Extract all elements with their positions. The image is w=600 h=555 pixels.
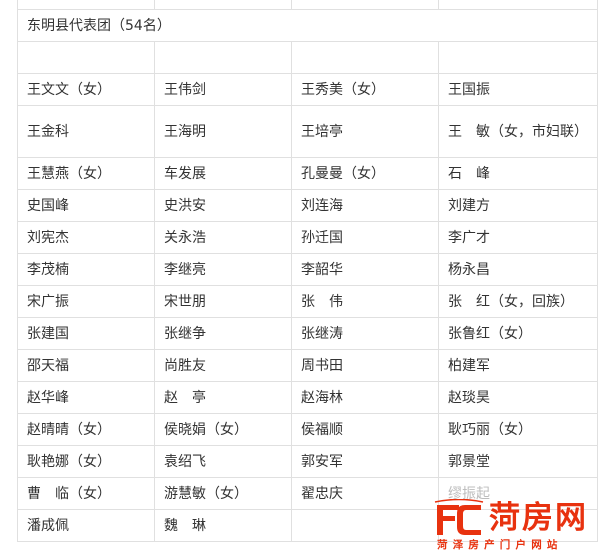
- table-row: 刘宪杰 关永浩 孙迁国 李广才: [17, 221, 598, 254]
- delegate-name: 李韶华: [291, 253, 439, 286]
- delegate-name: 赵晴晴（女）: [17, 413, 155, 446]
- table-row: 邵天福 尚胜友 周书田 柏建军: [17, 349, 598, 382]
- delegate-name: 耿巧丽（女）: [438, 413, 598, 446]
- delegate-name: 柏建军: [438, 349, 598, 382]
- table-row: 张建国 张继争 张继涛 张鲁红（女）: [17, 317, 598, 350]
- watermark-brand: 菏房网: [489, 500, 588, 536]
- delegate-name: 关永浩: [154, 221, 292, 254]
- delegate-name: 郭景堂: [438, 445, 598, 478]
- delegate-name: 潘成佩: [17, 509, 155, 542]
- delegate-name: 王秀美（女）: [291, 73, 439, 106]
- table-row: 王慧燕（女） 车发展 孔曼曼（女） 石 峰: [17, 157, 598, 190]
- table-row: 王金科 王海明 王培亭 王 敏（女，市妇联）: [17, 105, 598, 158]
- delegate-name: 刘宪杰: [17, 221, 155, 254]
- delegate-name: 王慧燕（女）: [17, 157, 155, 190]
- table-row: 史国峰 史洪安 刘连海 刘建方: [17, 189, 598, 222]
- delegate-name: 刘建方: [438, 189, 598, 222]
- delegate-name: 杨永昌: [438, 253, 598, 286]
- delegate-name: 侯晓娟（女）: [154, 413, 292, 446]
- delegate-name: 翟忠庆: [291, 477, 439, 510]
- delegate-name: 耿艳娜（女）: [17, 445, 155, 478]
- table-row: 王文文（女） 王伟剑 王秀美（女） 王国振: [17, 73, 598, 106]
- delegate-name: 魏 琳: [154, 509, 292, 542]
- table-row-top-edge: [17, 0, 598, 10]
- delegate-name: 孙迁国: [291, 221, 439, 254]
- table-row: 宋广振 宋世朋 张 伟 张 红（女，回族）: [17, 285, 598, 318]
- table-row: 赵晴晴（女） 侯晓娟（女） 侯福顺 耿巧丽（女）: [17, 413, 598, 446]
- delegate-name: 张 伟: [291, 285, 439, 318]
- roster-body: 东明县代表团（54名） 王文文（女） 王伟剑 王秀美（女） 王国振 王金科 王海…: [17, 0, 598, 542]
- delegate-name: 侯福顺: [291, 413, 439, 446]
- delegate-name: 宋广振: [17, 285, 155, 318]
- delegate-name: 张继涛: [291, 317, 439, 350]
- delegate-name: 车发展: [154, 157, 292, 190]
- site-watermark: 菏房网 菏泽房产门户网站: [433, 499, 598, 554]
- delegate-name: 袁绍飞: [154, 445, 292, 478]
- delegate-name: 李茂楠: [17, 253, 155, 286]
- table-row-title: 东明县代表团（54名）: [17, 9, 598, 42]
- delegate-name: 赵海林: [291, 381, 439, 414]
- delegate-name: 石 峰: [438, 157, 598, 190]
- delegate-name: 史国峰: [17, 189, 155, 222]
- delegate-name: 游慧敏（女）: [154, 477, 292, 510]
- delegate-name: 王伟剑: [154, 73, 292, 106]
- delegate-name: 周书田: [291, 349, 439, 382]
- watermark-subtitle: 菏泽房产门户网站: [437, 539, 563, 551]
- delegate-name: 李继亮: [154, 253, 292, 286]
- table-row: 赵华峰 赵 亭 赵海林 赵琰昊: [17, 381, 598, 414]
- delegate-name: 王金科: [17, 105, 155, 158]
- delegate-name: 王 敏（女，市妇联）: [438, 105, 598, 158]
- delegate-name: 孔曼曼（女）: [291, 157, 439, 190]
- delegate-name: 张建国: [17, 317, 155, 350]
- delegate-name: 尚胜友: [154, 349, 292, 382]
- delegate-name: 王国振: [438, 73, 598, 106]
- delegate-name: 张鲁红（女）: [438, 317, 598, 350]
- delegate-name: 宋世朋: [154, 285, 292, 318]
- delegate-name: 史洪安: [154, 189, 292, 222]
- delegate-name: 王海明: [154, 105, 292, 158]
- delegate-name: 赵华峰: [17, 381, 155, 414]
- table-row: 李茂楠 李继亮 李韶华 杨永昌: [17, 253, 598, 286]
- delegate-name: [291, 509, 439, 542]
- delegate-name: 赵琰昊: [438, 381, 598, 414]
- delegate-name: 邵天福: [17, 349, 155, 382]
- delegate-name: 赵 亭: [154, 381, 292, 414]
- delegate-name: 张 红（女，回族）: [438, 285, 598, 318]
- delegate-name: 王文文（女）: [17, 73, 155, 106]
- delegate-name: 张继争: [154, 317, 292, 350]
- delegate-name: 曹 临（女）: [17, 477, 155, 510]
- delegate-name: 李广才: [438, 221, 598, 254]
- delegation-title: 东明县代表团（54名）: [17, 9, 598, 42]
- delegation-roster-table: 东明县代表团（54名） 王文文（女） 王伟剑 王秀美（女） 王国振 王金科 王海…: [17, 0, 598, 542]
- table-row: 耿艳娜（女） 袁绍飞 郭安军 郭景堂: [17, 445, 598, 478]
- delegate-name: 王培亭: [291, 105, 439, 158]
- delegate-name: 郭安军: [291, 445, 439, 478]
- fc-logo-mark-icon: [434, 499, 484, 535]
- delegate-name: 刘连海: [291, 189, 439, 222]
- table-row-blank: [17, 41, 598, 74]
